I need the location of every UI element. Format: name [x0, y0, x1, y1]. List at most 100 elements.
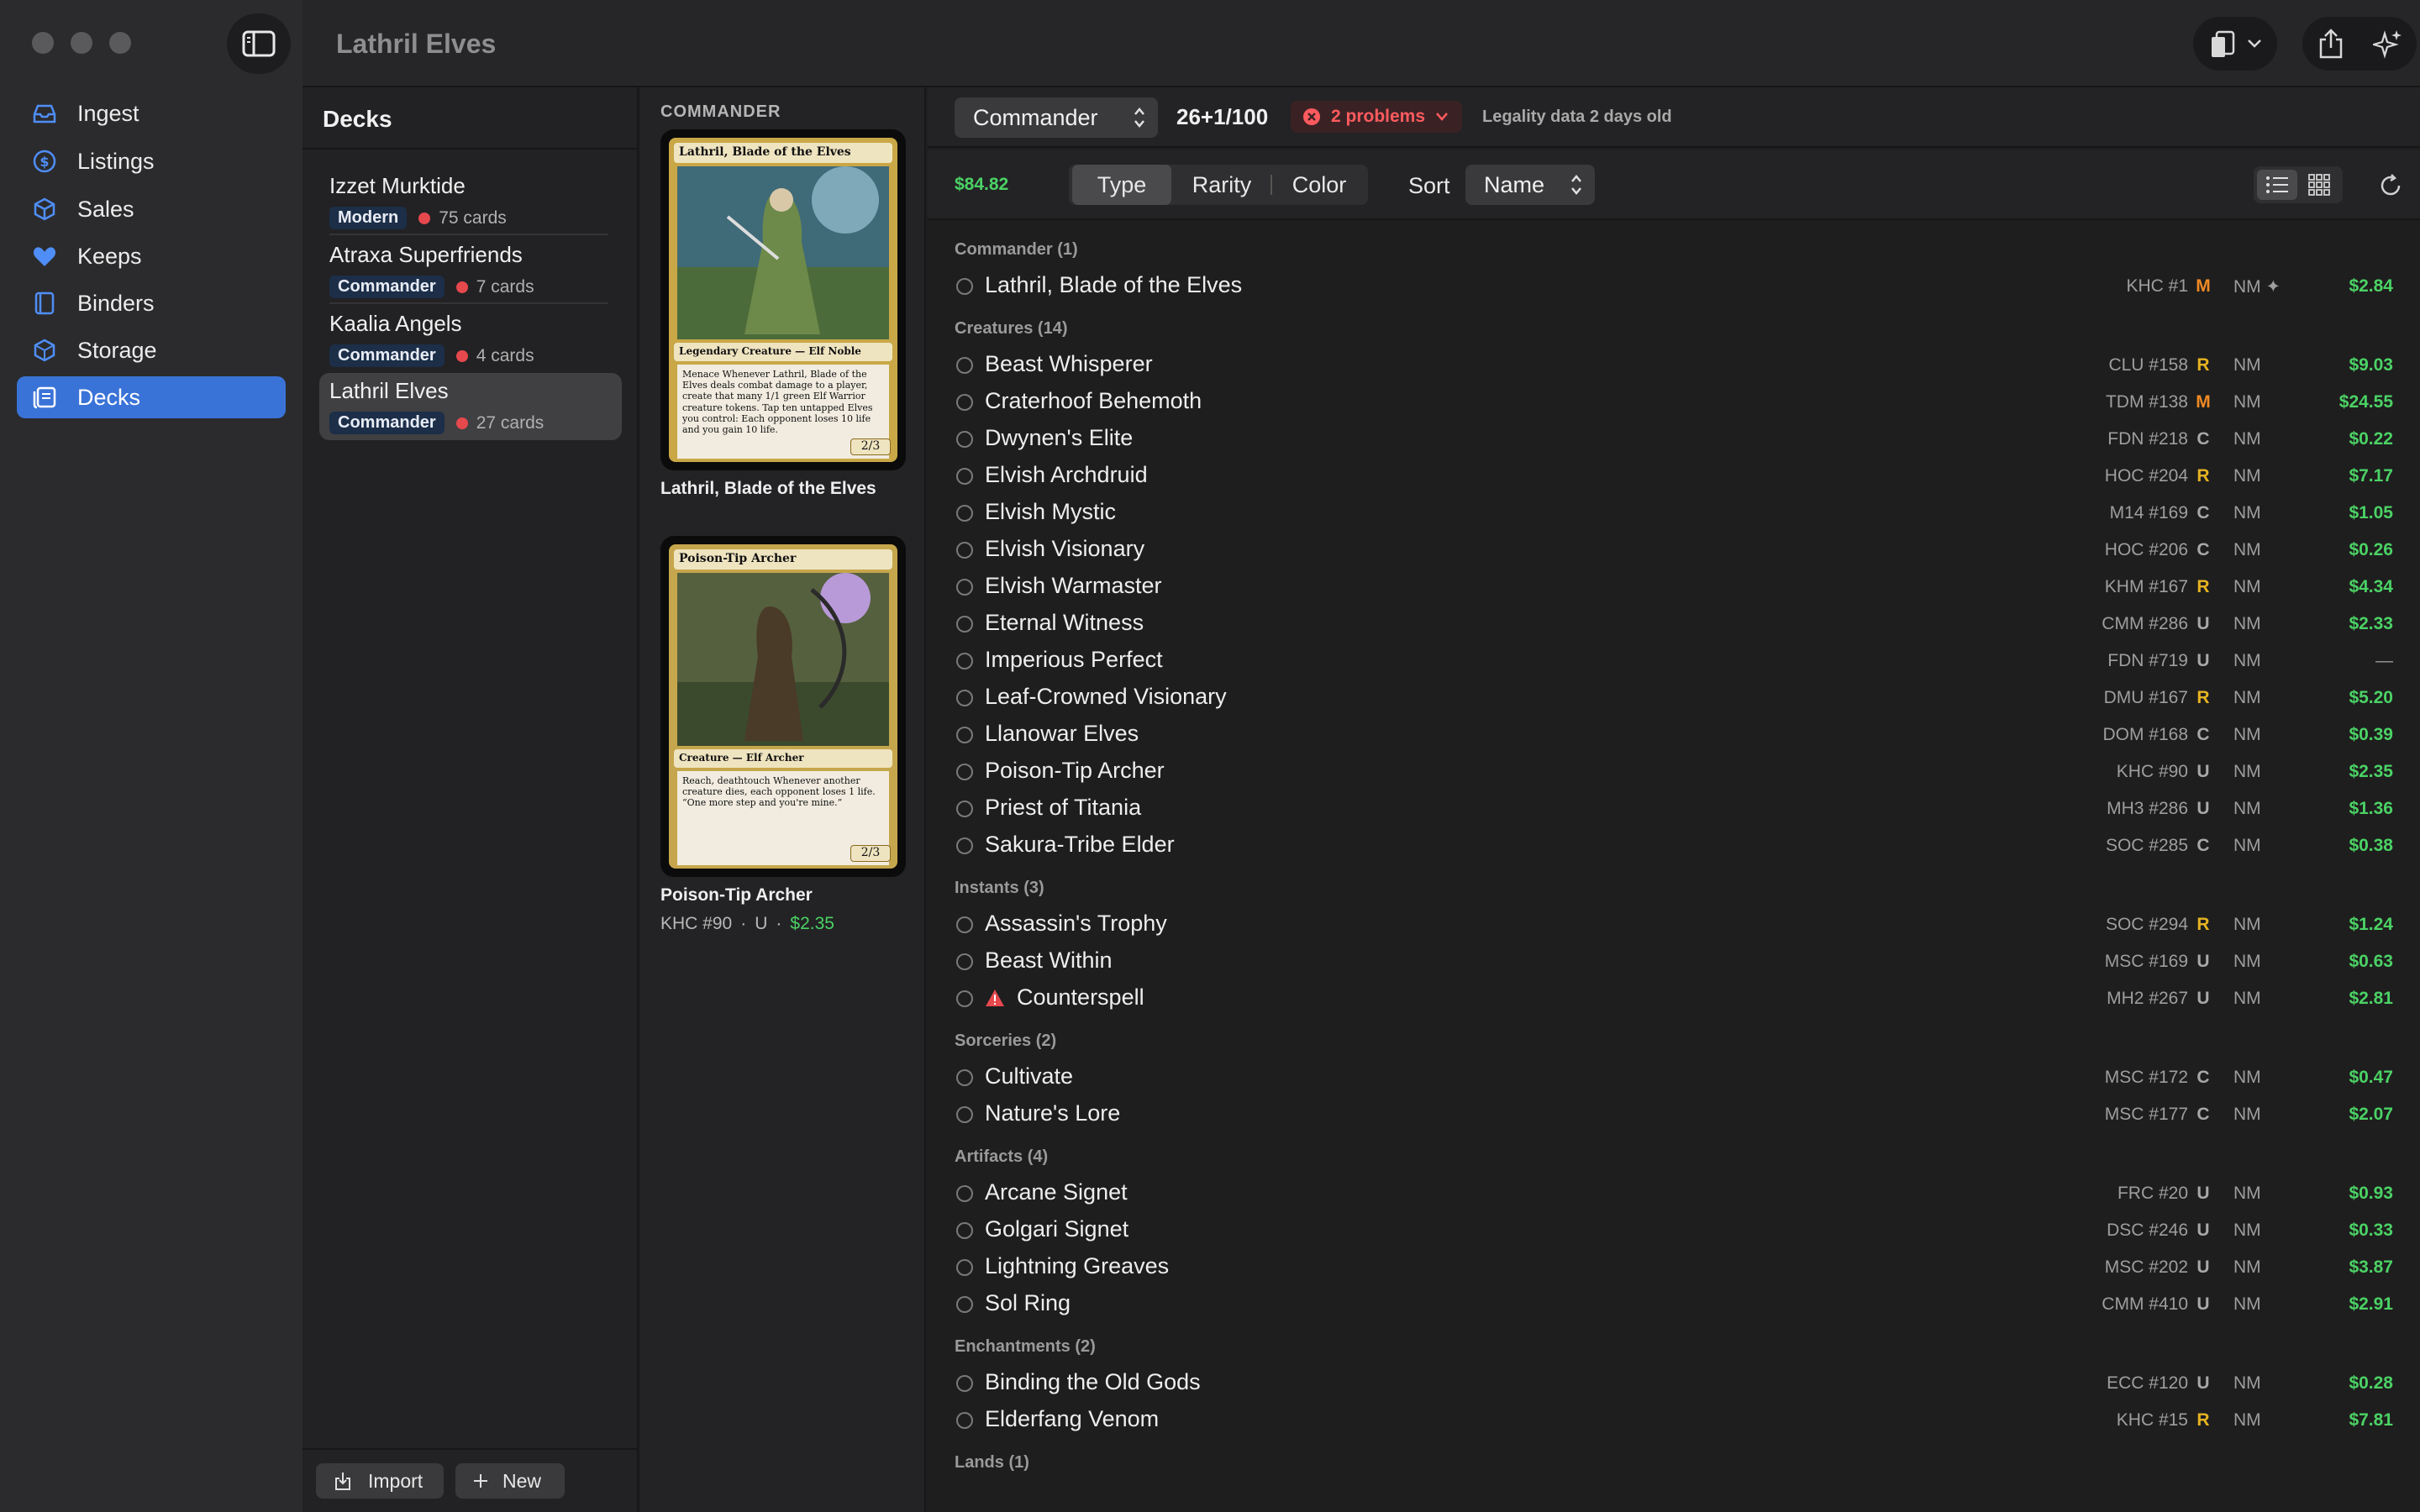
magic-button[interactable] — [2360, 17, 2417, 71]
deck-row[interactable]: Kaalia Angels Commander 4 cards — [319, 306, 622, 373]
select-radio[interactable] — [956, 1069, 973, 1086]
card-row[interactable]: Eternal Witness CMM #286 U NM $2.33 — [928, 605, 2420, 642]
card-row[interactable]: Leaf-Crowned Visionary DMU #167 R NM $5.20 — [928, 679, 2420, 716]
card-price: $0.93 — [2349, 1184, 2393, 1203]
select-radio[interactable] — [956, 357, 973, 374]
card-set: CLU #158 — [2108, 355, 2188, 375]
select-radio[interactable] — [956, 579, 973, 596]
card-row[interactable]: Sol Ring CMM #410 U NM $2.91 — [928, 1285, 2420, 1322]
share-button[interactable] — [2302, 17, 2360, 71]
card-row[interactable]: Priest of Titania MH3 #286 U NM $1.36 — [928, 790, 2420, 827]
new-deck-button[interactable]: New — [455, 1463, 565, 1499]
select-radio[interactable] — [956, 1259, 973, 1276]
card-row[interactable]: Cultivate MSC #172 C NM $0.47 — [928, 1058, 2420, 1095]
sidebar-toggle-button[interactable] — [227, 13, 291, 74]
card-row[interactable]: Counterspell MH2 #267 U NM $2.81 — [928, 979, 2420, 1016]
card-price: $4.34 — [2349, 577, 2393, 596]
card-condition: NM — [2233, 989, 2261, 1008]
problems-button[interactable]: 2 problems — [1291, 101, 1463, 133]
grid-view-button[interactable] — [2299, 170, 2339, 200]
select-radio[interactable] — [956, 505, 973, 522]
card-price: $1.05 — [2349, 503, 2393, 522]
select-radio[interactable] — [956, 916, 973, 933]
select-radio[interactable] — [956, 1185, 973, 1202]
card-row[interactable]: Arcane Signet FRC #20 U NM $0.93 — [928, 1174, 2420, 1211]
list-view-button[interactable] — [2257, 170, 2297, 200]
sidebar-item-ingest[interactable]: Ingest — [17, 92, 286, 134]
select-radio[interactable] — [956, 1375, 973, 1392]
close-window-button[interactable] — [32, 32, 54, 54]
card-set: FDN #218 — [2107, 429, 2188, 449]
refresh-button[interactable] — [2378, 173, 2403, 198]
card-row[interactable]: Elvish Visionary HOC #206 C NM $0.26 — [928, 531, 2420, 568]
select-radio[interactable] — [956, 837, 973, 854]
zoom-window-button[interactable] — [109, 32, 131, 54]
card-name: Elvish Visionary — [985, 536, 1144, 562]
card-row[interactable]: Nature's Lore MSC #177 C NM $2.07 — [928, 1095, 2420, 1132]
card-row[interactable]: Sakura-Tribe Elder SOC #285 C NM $0.38 — [928, 827, 2420, 864]
card-row[interactable]: Llanowar Elves DOM #168 C NM $0.39 — [928, 716, 2420, 753]
card-condition: NM — [2233, 355, 2261, 375]
tab-rarity[interactable]: Rarity — [1175, 165, 1269, 205]
select-radio[interactable] — [956, 542, 973, 559]
sidebar-item-decks[interactable]: Decks — [17, 376, 286, 418]
deck-name: Izzet Murktide — [329, 173, 466, 198]
select-radio[interactable] — [956, 990, 973, 1007]
sidebar: Ingest $ Listings Sales Keeps Binders St… — [0, 0, 302, 1512]
select-radio[interactable] — [956, 468, 973, 485]
format-select[interactable]: Commander — [955, 97, 1158, 138]
tab-color[interactable]: Color — [1274, 165, 1365, 205]
layout-menu-button[interactable] — [2193, 17, 2277, 71]
select-radio[interactable] — [956, 690, 973, 706]
card-row[interactable]: Golgari Signet DSC #246 U NM $0.33 — [928, 1211, 2420, 1248]
select-radio[interactable] — [956, 1412, 973, 1429]
deck-row[interactable]: Atraxa Superfriends Commander 7 cards — [319, 237, 622, 304]
select-radio[interactable] — [956, 1222, 973, 1239]
selected-card-image[interactable]: Poison-Tip Archer Creature — Elf Archer … — [660, 536, 906, 877]
deck-row[interactable]: Izzet Murktide Modern 75 cards — [319, 168, 622, 235]
sidebar-item-keeps[interactable]: Keeps — [17, 235, 286, 277]
card-row[interactable]: Binding the Old Gods ECC #120 U NM $0.28 — [928, 1364, 2420, 1401]
sidebar-item-storage[interactable]: Storage — [17, 329, 286, 371]
select-radio[interactable] — [956, 616, 973, 633]
card-row[interactable]: Beast Within MSC #169 U NM $0.63 — [928, 942, 2420, 979]
card-row[interactable]: Dwynen's Elite FDN #218 C NM $0.22 — [928, 420, 2420, 457]
sort-select[interactable]: Name — [1465, 165, 1595, 205]
select-radio[interactable] — [956, 953, 973, 970]
sidebar-item-sales[interactable]: Sales — [17, 188, 286, 230]
select-radio[interactable] — [956, 764, 973, 780]
card-set: MSC #169 — [2104, 952, 2188, 971]
group-header: Commander (1) — [955, 240, 1078, 259]
select-radio[interactable] — [956, 727, 973, 743]
sidebar-item-binders[interactable]: Binders — [17, 282, 286, 324]
select-radio[interactable] — [956, 653, 973, 669]
deck-meta: Commander 4 cards — [329, 344, 534, 367]
card-row[interactable]: Elvish Warmaster KHM #167 R NM $4.34 — [928, 568, 2420, 605]
card-row[interactable]: Elvish Archdruid HOC #204 R NM $7.17 — [928, 457, 2420, 494]
card-row[interactable]: Imperious Perfect FDN #719 U NM — — [928, 642, 2420, 679]
commander-card-image[interactable]: Lathril, Blade of the Elves Legendary Cr… — [660, 129, 906, 470]
select-radio[interactable] — [956, 394, 973, 411]
select-radio[interactable] — [956, 431, 973, 448]
card-row[interactable]: Lathril, Blade of the Elves KHC #1 M NM ✦ $2… — [928, 267, 2420, 304]
minimize-window-button[interactable] — [71, 32, 92, 54]
select-radio[interactable] — [956, 801, 973, 817]
card-condition: NM — [2233, 651, 2261, 670]
card-row[interactable]: Elvish Mystic M14 #169 C NM $1.05 — [928, 494, 2420, 531]
import-label: Import — [368, 1469, 424, 1492]
card-row[interactable]: Lightning Greaves MSC #202 U NM $3.87 — [928, 1248, 2420, 1285]
card-row[interactable]: Craterhoof Behemoth TDM #138 M NM $24.55 — [928, 383, 2420, 420]
card-row[interactable]: Assassin's Trophy SOC #294 R NM $1.24 — [928, 906, 2420, 942]
select-radio[interactable] — [956, 1296, 973, 1313]
deck-row-selected[interactable]: Lathril Elves Commander 27 cards — [319, 373, 622, 440]
card-name: Assassin's Trophy — [985, 911, 1167, 937]
select-radio[interactable] — [956, 1106, 973, 1123]
card-row[interactable]: Beast Whisperer CLU #158 R NM $9.03 — [928, 346, 2420, 383]
card-price: $0.47 — [2349, 1068, 2393, 1087]
sidebar-item-listings[interactable]: $ Listings — [17, 140, 286, 182]
card-row[interactable]: Poison-Tip Archer KHC #90 U NM $2.35 — [928, 753, 2420, 790]
card-row[interactable]: Elderfang Venom KHC #15 R NM $7.81 — [928, 1401, 2420, 1438]
import-button[interactable]: Import — [316, 1463, 444, 1499]
tab-type[interactable]: Type — [1072, 165, 1171, 205]
select-radio[interactable] — [956, 278, 973, 295]
